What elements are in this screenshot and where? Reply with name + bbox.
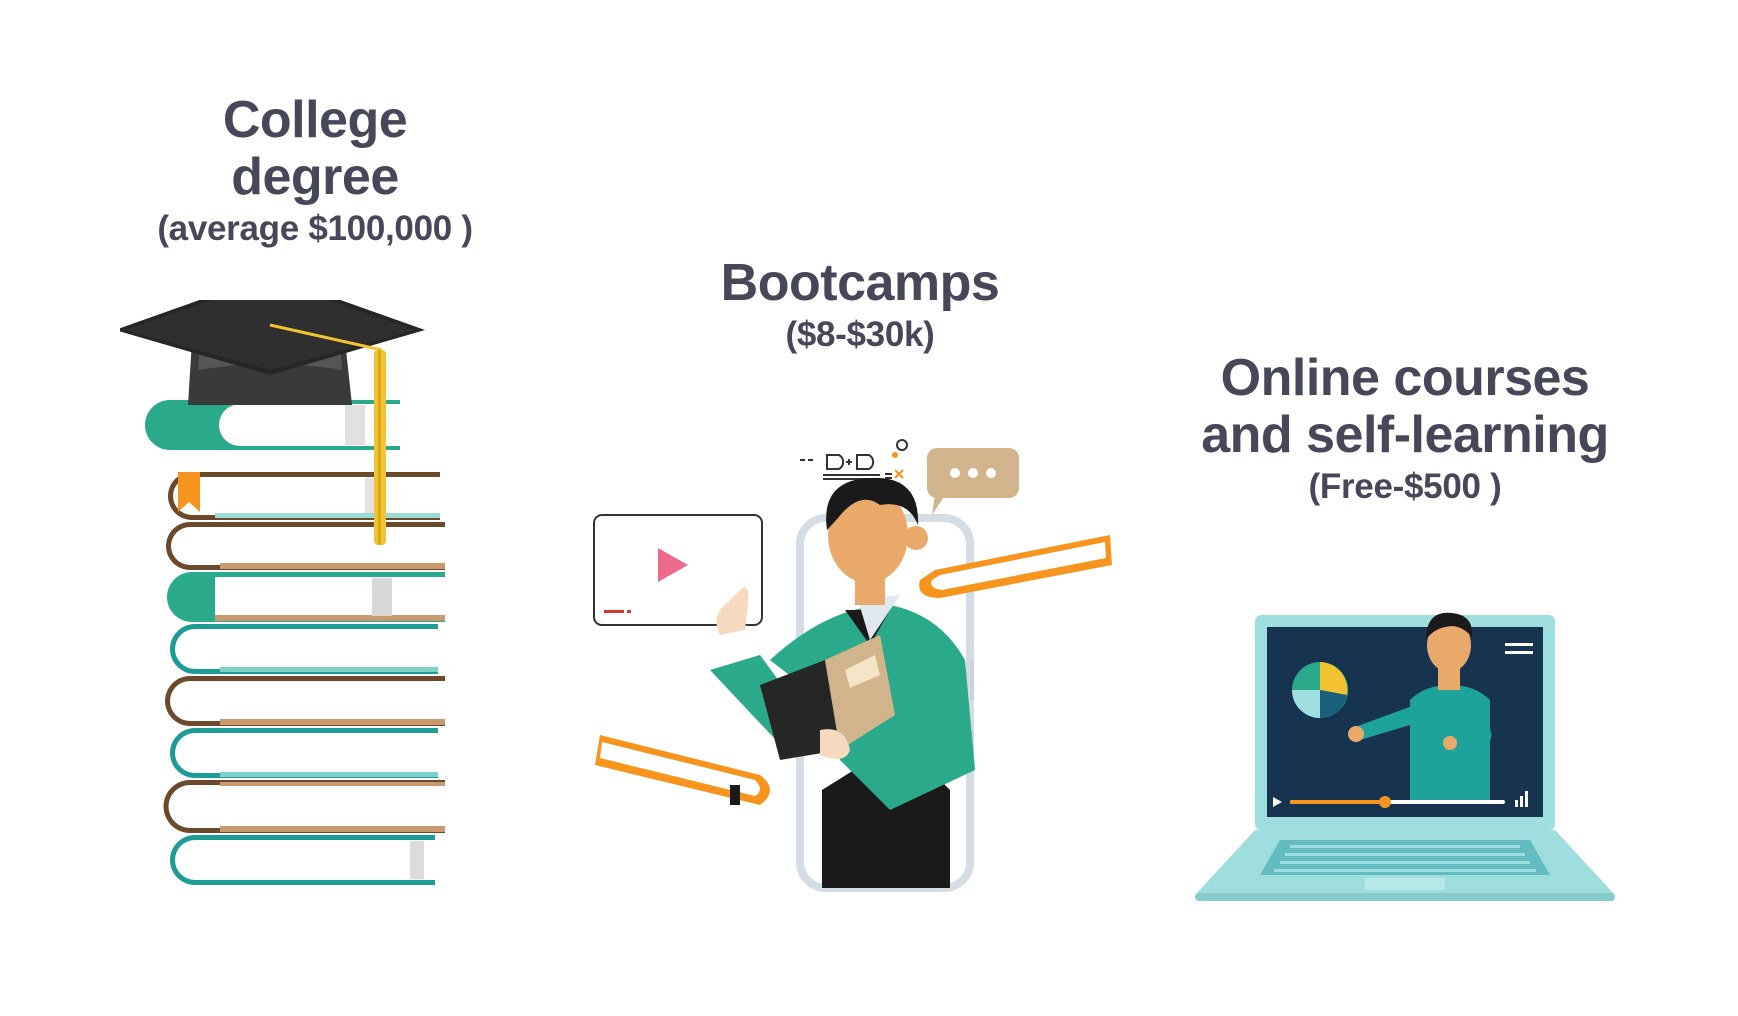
phone-tutor-icon [593, 439, 1112, 892]
book [163, 780, 445, 833]
bootcamps-title: Bootcamps ($8-$30k) [660, 255, 1060, 358]
laptop-video-icon [1195, 612, 1615, 901]
books [145, 400, 445, 885]
book [167, 572, 445, 622]
book [170, 624, 438, 674]
book [166, 522, 445, 570]
bootcamps-price: ($8-$30k) [785, 315, 935, 354]
book [170, 835, 438, 885]
book [165, 676, 445, 726]
chat-bubble-icon [927, 448, 1019, 515]
book [145, 400, 400, 450]
flying-book-icon [595, 735, 770, 805]
online-courses-title: Online courses and self-learning (Free-$… [1170, 350, 1640, 510]
online-price: (Free-$500 ) [1308, 467, 1502, 506]
book [168, 472, 440, 520]
online-title-line-2: and self-learning [1201, 406, 1609, 464]
college-title-line-2: degree [231, 148, 399, 206]
book-stack-icon [120, 300, 445, 885]
math-doodles-icon [800, 439, 908, 480]
bootcamps-title-line: Bootcamps [720, 254, 1000, 312]
college-title-line-1: College [222, 91, 408, 149]
college-degree-title: College degree (average $100,000 ) [110, 92, 520, 252]
college-price: (average $100,000 ) [157, 209, 473, 248]
online-title-line-1: Online courses [1220, 349, 1590, 407]
book [170, 728, 438, 778]
pie-chart-icon [1292, 662, 1348, 718]
